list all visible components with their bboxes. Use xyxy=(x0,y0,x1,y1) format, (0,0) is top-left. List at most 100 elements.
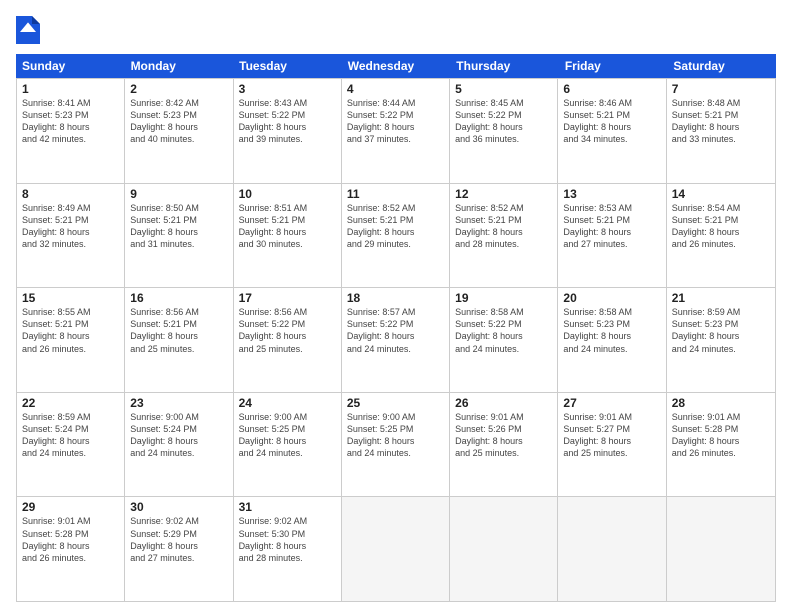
calendar-header: SundayMondayTuesdayWednesdayThursdayFrid… xyxy=(16,54,776,78)
day-cell: 26Sunrise: 9:01 AM Sunset: 5:26 PM Dayli… xyxy=(450,393,558,497)
day-cell: 14Sunrise: 8:54 AM Sunset: 5:21 PM Dayli… xyxy=(667,184,775,288)
day-info: Sunrise: 8:48 AM Sunset: 5:21 PM Dayligh… xyxy=(672,97,770,146)
day-cell: 5Sunrise: 8:45 AM Sunset: 5:22 PM Daylig… xyxy=(450,79,558,183)
day-info: Sunrise: 8:44 AM Sunset: 5:22 PM Dayligh… xyxy=(347,97,444,146)
day-number: 27 xyxy=(563,396,660,410)
day-cell: 16Sunrise: 8:56 AM Sunset: 5:21 PM Dayli… xyxy=(125,288,233,392)
day-number: 19 xyxy=(455,291,552,305)
day-cell: 17Sunrise: 8:56 AM Sunset: 5:22 PM Dayli… xyxy=(234,288,342,392)
day-header-friday: Friday xyxy=(559,54,668,78)
day-cell: 19Sunrise: 8:58 AM Sunset: 5:22 PM Dayli… xyxy=(450,288,558,392)
day-info: Sunrise: 8:53 AM Sunset: 5:21 PM Dayligh… xyxy=(563,202,660,251)
day-header-thursday: Thursday xyxy=(450,54,559,78)
day-header-sunday: Sunday xyxy=(16,54,125,78)
day-number: 21 xyxy=(672,291,770,305)
day-cell: 10Sunrise: 8:51 AM Sunset: 5:21 PM Dayli… xyxy=(234,184,342,288)
day-cell xyxy=(558,497,666,601)
day-info: Sunrise: 8:58 AM Sunset: 5:23 PM Dayligh… xyxy=(563,306,660,355)
logo xyxy=(16,16,44,44)
day-number: 20 xyxy=(563,291,660,305)
day-number: 22 xyxy=(22,396,119,410)
day-number: 11 xyxy=(347,187,444,201)
day-info: Sunrise: 8:55 AM Sunset: 5:21 PM Dayligh… xyxy=(22,306,119,355)
day-number: 15 xyxy=(22,291,119,305)
day-cell: 7Sunrise: 8:48 AM Sunset: 5:21 PM Daylig… xyxy=(667,79,775,183)
day-number: 31 xyxy=(239,500,336,514)
day-cell: 1Sunrise: 8:41 AM Sunset: 5:23 PM Daylig… xyxy=(17,79,125,183)
day-info: Sunrise: 9:00 AM Sunset: 5:25 PM Dayligh… xyxy=(347,411,444,460)
day-number: 28 xyxy=(672,396,770,410)
day-number: 30 xyxy=(130,500,227,514)
day-number: 9 xyxy=(130,187,227,201)
day-cell xyxy=(342,497,450,601)
week-row-4: 22Sunrise: 8:59 AM Sunset: 5:24 PM Dayli… xyxy=(17,392,775,497)
day-cell: 12Sunrise: 8:52 AM Sunset: 5:21 PM Dayli… xyxy=(450,184,558,288)
day-info: Sunrise: 9:00 AM Sunset: 5:25 PM Dayligh… xyxy=(239,411,336,460)
day-info: Sunrise: 8:59 AM Sunset: 5:24 PM Dayligh… xyxy=(22,411,119,460)
day-number: 10 xyxy=(239,187,336,201)
day-info: Sunrise: 9:01 AM Sunset: 5:27 PM Dayligh… xyxy=(563,411,660,460)
day-info: Sunrise: 8:50 AM Sunset: 5:21 PM Dayligh… xyxy=(130,202,227,251)
day-cell xyxy=(450,497,558,601)
day-cell: 25Sunrise: 9:00 AM Sunset: 5:25 PM Dayli… xyxy=(342,393,450,497)
day-info: Sunrise: 8:58 AM Sunset: 5:22 PM Dayligh… xyxy=(455,306,552,355)
day-info: Sunrise: 9:01 AM Sunset: 5:26 PM Dayligh… xyxy=(455,411,552,460)
page-container: SundayMondayTuesdayWednesdayThursdayFrid… xyxy=(0,0,792,612)
day-info: Sunrise: 9:01 AM Sunset: 5:28 PM Dayligh… xyxy=(672,411,770,460)
week-row-5: 29Sunrise: 9:01 AM Sunset: 5:28 PM Dayli… xyxy=(17,496,775,601)
day-cell: 6Sunrise: 8:46 AM Sunset: 5:21 PM Daylig… xyxy=(558,79,666,183)
day-info: Sunrise: 9:02 AM Sunset: 5:29 PM Dayligh… xyxy=(130,515,227,564)
day-info: Sunrise: 8:45 AM Sunset: 5:22 PM Dayligh… xyxy=(455,97,552,146)
header xyxy=(16,16,776,44)
day-number: 26 xyxy=(455,396,552,410)
day-number: 13 xyxy=(563,187,660,201)
day-info: Sunrise: 8:46 AM Sunset: 5:21 PM Dayligh… xyxy=(563,97,660,146)
day-number: 16 xyxy=(130,291,227,305)
week-row-3: 15Sunrise: 8:55 AM Sunset: 5:21 PM Dayli… xyxy=(17,287,775,392)
day-cell: 22Sunrise: 8:59 AM Sunset: 5:24 PM Dayli… xyxy=(17,393,125,497)
day-cell: 30Sunrise: 9:02 AM Sunset: 5:29 PM Dayli… xyxy=(125,497,233,601)
day-cell: 27Sunrise: 9:01 AM Sunset: 5:27 PM Dayli… xyxy=(558,393,666,497)
day-cell: 31Sunrise: 9:02 AM Sunset: 5:30 PM Dayli… xyxy=(234,497,342,601)
day-info: Sunrise: 8:42 AM Sunset: 5:23 PM Dayligh… xyxy=(130,97,227,146)
day-cell: 29Sunrise: 9:01 AM Sunset: 5:28 PM Dayli… xyxy=(17,497,125,601)
day-info: Sunrise: 8:54 AM Sunset: 5:21 PM Dayligh… xyxy=(672,202,770,251)
day-info: Sunrise: 8:59 AM Sunset: 5:23 PM Dayligh… xyxy=(672,306,770,355)
day-cell: 13Sunrise: 8:53 AM Sunset: 5:21 PM Dayli… xyxy=(558,184,666,288)
day-number: 17 xyxy=(239,291,336,305)
day-cell: 4Sunrise: 8:44 AM Sunset: 5:22 PM Daylig… xyxy=(342,79,450,183)
day-header-saturday: Saturday xyxy=(667,54,776,78)
week-row-2: 8Sunrise: 8:49 AM Sunset: 5:21 PM Daylig… xyxy=(17,183,775,288)
day-cell: 2Sunrise: 8:42 AM Sunset: 5:23 PM Daylig… xyxy=(125,79,233,183)
day-number: 29 xyxy=(22,500,119,514)
day-header-tuesday: Tuesday xyxy=(233,54,342,78)
day-cell: 21Sunrise: 8:59 AM Sunset: 5:23 PM Dayli… xyxy=(667,288,775,392)
day-number: 12 xyxy=(455,187,552,201)
day-number: 3 xyxy=(239,82,336,96)
day-cell: 8Sunrise: 8:49 AM Sunset: 5:21 PM Daylig… xyxy=(17,184,125,288)
calendar-body: 1Sunrise: 8:41 AM Sunset: 5:23 PM Daylig… xyxy=(16,78,776,602)
day-number: 7 xyxy=(672,82,770,96)
day-number: 24 xyxy=(239,396,336,410)
day-number: 4 xyxy=(347,82,444,96)
day-cell: 18Sunrise: 8:57 AM Sunset: 5:22 PM Dayli… xyxy=(342,288,450,392)
day-info: Sunrise: 9:00 AM Sunset: 5:24 PM Dayligh… xyxy=(130,411,227,460)
day-cell: 3Sunrise: 8:43 AM Sunset: 5:22 PM Daylig… xyxy=(234,79,342,183)
day-number: 1 xyxy=(22,82,119,96)
day-info: Sunrise: 8:57 AM Sunset: 5:22 PM Dayligh… xyxy=(347,306,444,355)
day-info: Sunrise: 8:52 AM Sunset: 5:21 PM Dayligh… xyxy=(347,202,444,251)
day-number: 18 xyxy=(347,291,444,305)
day-cell: 28Sunrise: 9:01 AM Sunset: 5:28 PM Dayli… xyxy=(667,393,775,497)
day-info: Sunrise: 8:51 AM Sunset: 5:21 PM Dayligh… xyxy=(239,202,336,251)
day-info: Sunrise: 9:01 AM Sunset: 5:28 PM Dayligh… xyxy=(22,515,119,564)
day-info: Sunrise: 8:41 AM Sunset: 5:23 PM Dayligh… xyxy=(22,97,119,146)
day-number: 2 xyxy=(130,82,227,96)
day-cell: 24Sunrise: 9:00 AM Sunset: 5:25 PM Dayli… xyxy=(234,393,342,497)
day-number: 8 xyxy=(22,187,119,201)
logo-icon xyxy=(16,16,40,44)
day-header-wednesday: Wednesday xyxy=(342,54,451,78)
day-info: Sunrise: 8:43 AM Sunset: 5:22 PM Dayligh… xyxy=(239,97,336,146)
day-number: 14 xyxy=(672,187,770,201)
day-cell: 11Sunrise: 8:52 AM Sunset: 5:21 PM Dayli… xyxy=(342,184,450,288)
day-cell: 9Sunrise: 8:50 AM Sunset: 5:21 PM Daylig… xyxy=(125,184,233,288)
